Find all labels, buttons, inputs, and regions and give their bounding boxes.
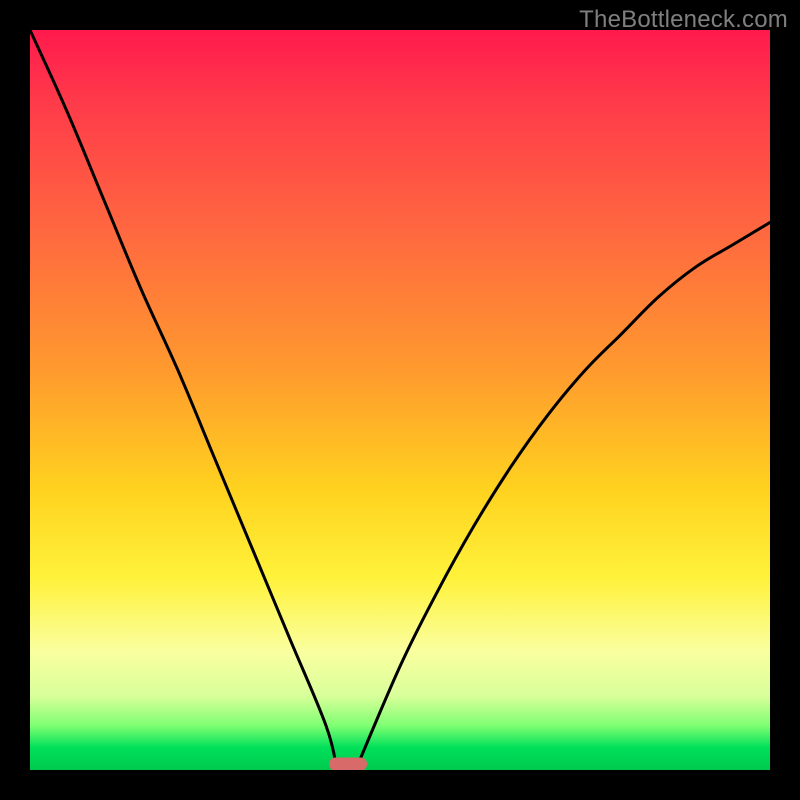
optimal-point-marker — [329, 758, 367, 770]
plot-area — [30, 30, 770, 770]
curve-left-branch — [30, 30, 337, 770]
curve-right-branch — [356, 222, 770, 770]
bottleneck-curve — [30, 30, 770, 770]
